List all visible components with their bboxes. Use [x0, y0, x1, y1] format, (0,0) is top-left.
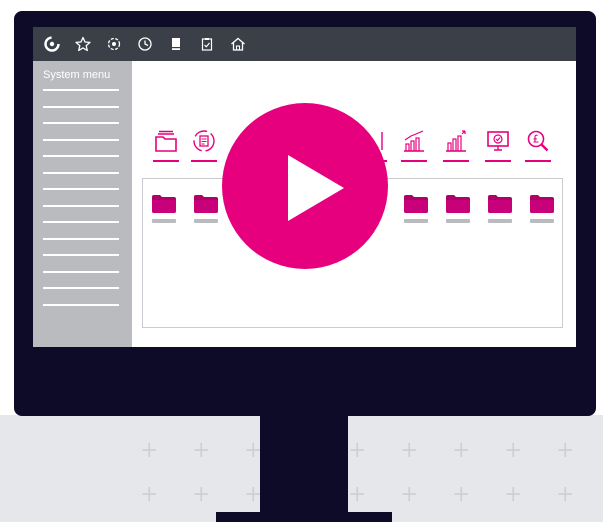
monitor-stand-base	[216, 512, 392, 522]
folder-icon	[152, 195, 176, 213]
folder-icon	[488, 195, 512, 213]
pound-search-icon	[527, 130, 549, 152]
plus-mark: +	[504, 482, 523, 507]
star-icon[interactable]	[74, 35, 92, 53]
app-stacked-folders[interactable]	[153, 128, 179, 164]
folder-icon	[194, 195, 218, 213]
sidebar-item[interactable]	[43, 105, 119, 108]
plus-mark: +	[452, 438, 471, 463]
app-bar-chart[interactable]	[401, 128, 427, 164]
sidebar-item[interactable]	[43, 138, 119, 141]
folder-icon	[404, 195, 428, 213]
sidebar-item[interactable]	[43, 237, 119, 240]
folder-icon	[530, 195, 554, 213]
folder-item[interactable]	[446, 195, 470, 223]
sidebar-item[interactable]	[43, 287, 119, 289]
plus-mark: +	[452, 482, 471, 507]
plus-mark: +	[556, 438, 575, 463]
stacked-folders-icon	[155, 130, 177, 152]
app-sync-document[interactable]	[191, 128, 217, 164]
folder-label-placeholder	[530, 219, 554, 223]
folder-item[interactable]	[488, 195, 512, 223]
folder-item[interactable]	[530, 195, 554, 223]
folder-label-placeholder	[446, 219, 470, 223]
home-icon[interactable]	[229, 35, 247, 53]
sidebar-item[interactable]	[43, 204, 119, 207]
sidebar-title: System menu	[43, 69, 111, 81]
app-bar-chart-up[interactable]	[443, 128, 469, 164]
sidebar-item[interactable]	[43, 188, 119, 190]
app-pound-search[interactable]	[525, 128, 551, 164]
folder-item[interactable]	[404, 195, 428, 223]
plus-mark: +	[348, 438, 367, 463]
play-button[interactable]	[222, 103, 388, 269]
sidebar-item[interactable]	[43, 303, 119, 306]
plus-mark: +	[504, 438, 523, 463]
folder-icon	[446, 195, 470, 213]
folder-label-placeholder	[404, 219, 428, 223]
sidebar-item[interactable]	[43, 221, 119, 223]
book-icon[interactable]	[167, 35, 185, 53]
folder-label-placeholder	[488, 219, 512, 223]
sidebar-item[interactable]	[43, 122, 119, 124]
sync-document-icon	[193, 130, 215, 152]
sidebar-item[interactable]	[43, 155, 119, 157]
bar-chart-icon	[404, 130, 424, 152]
plus-mark: +	[400, 438, 419, 463]
sidebar-item[interactable]	[43, 254, 119, 256]
monitor-check-icon	[487, 131, 509, 151]
folder-label-placeholder	[194, 219, 218, 223]
settings-cog-icon[interactable]	[105, 35, 123, 53]
folder-label-placeholder	[152, 219, 176, 223]
plus-mark: +	[556, 482, 575, 507]
plus-mark: +	[140, 482, 159, 507]
play-icon	[288, 155, 344, 221]
plus-mark: +	[348, 482, 367, 507]
sidebar-item[interactable]	[43, 270, 119, 273]
sidebar-item[interactable]	[43, 89, 119, 91]
app-monitor-check[interactable]	[485, 128, 511, 164]
plus-mark: +	[400, 482, 419, 507]
plus-mark: +	[140, 438, 159, 463]
folder-item[interactable]	[194, 195, 218, 223]
folder-item[interactable]	[152, 195, 176, 223]
gear-icon[interactable]	[43, 35, 61, 53]
clipboard-check-icon[interactable]	[198, 35, 216, 53]
top-toolbar	[33, 27, 576, 61]
system-menu-sidebar: System menu	[33, 61, 132, 347]
clock-icon[interactable]	[136, 35, 154, 53]
bar-chart-up-icon	[446, 130, 466, 152]
plus-mark: +	[192, 438, 211, 463]
monitor-stand-neck	[260, 414, 348, 514]
sidebar-item[interactable]	[43, 171, 119, 174]
plus-mark: +	[192, 482, 211, 507]
